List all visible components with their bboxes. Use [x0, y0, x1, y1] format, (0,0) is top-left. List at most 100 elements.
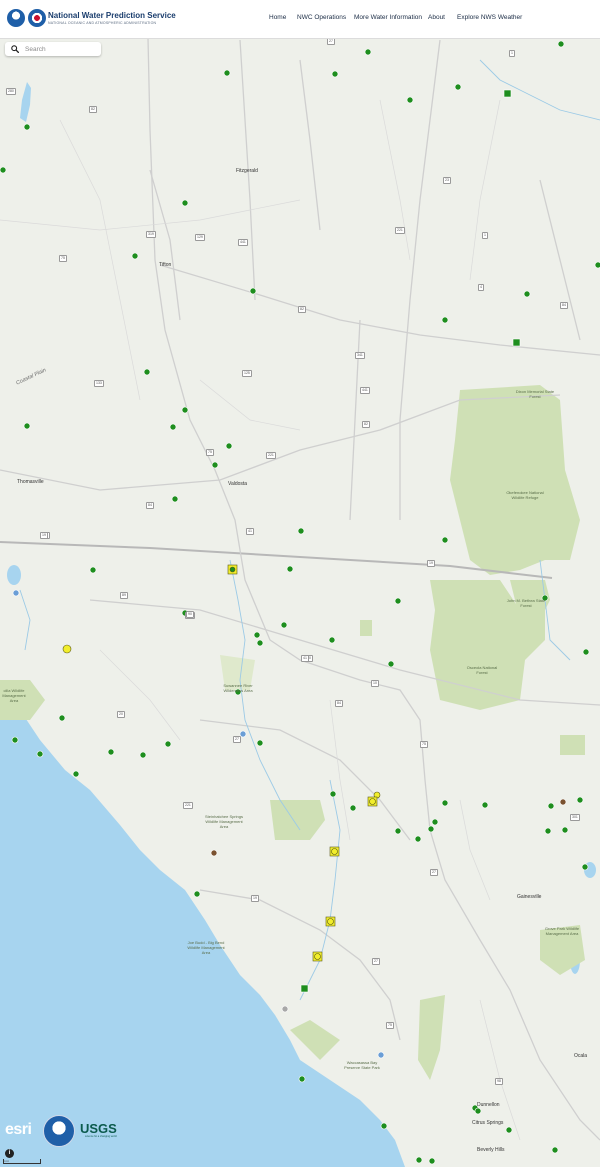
gauge-normal[interactable]: [11, 736, 19, 744]
gauge-normal[interactable]: [181, 406, 189, 414]
search-icon[interactable]: [11, 45, 19, 53]
gauge-forecast-normal[interactable]: [503, 89, 512, 98]
route-shield: 82: [362, 421, 370, 428]
park: [560, 735, 585, 755]
gauge-normal[interactable]: [131, 252, 139, 260]
gauge-forecast-normal[interactable]: [300, 984, 309, 993]
okefenokee-area: [450, 385, 580, 575]
basemap[interactable]: [0, 38, 600, 1167]
gauge-normal[interactable]: [557, 40, 565, 48]
gauge-normal[interactable]: [23, 422, 31, 430]
gauge-out-of-service[interactable]: [281, 1005, 289, 1013]
gauge-normal[interactable]: [481, 801, 489, 809]
gauge-normal[interactable]: [193, 890, 201, 898]
gauge-normal[interactable]: [541, 594, 549, 602]
gauge-normal[interactable]: [454, 83, 462, 91]
gauge-normal[interactable]: [256, 739, 264, 747]
gauge-normal[interactable]: [286, 565, 294, 573]
gauge-normal[interactable]: [280, 621, 288, 629]
route-shield: 75: [386, 1022, 394, 1029]
gauge-normal[interactable]: [0, 166, 7, 174]
nav-explore-nws-weather[interactable]: Explore NWS Weather: [457, 14, 522, 21]
noaa-logo-large[interactable]: [43, 1115, 75, 1147]
gauge-normal[interactable]: [415, 1156, 423, 1164]
map-view[interactable]: Fitzgerald Tifton Coastal Plain Thomasvi…: [0, 38, 600, 1167]
nav-more-water-information[interactable]: More Water Information: [354, 14, 422, 21]
gauge-normal[interactable]: [406, 96, 414, 104]
gauge-action[interactable]: [62, 644, 72, 654]
gauge-normal[interactable]: [253, 631, 261, 639]
gauge-normal[interactable]: [328, 636, 336, 644]
gauge-normal[interactable]: [394, 597, 402, 605]
nav-nwc-operations[interactable]: NWC Operations: [297, 14, 346, 21]
gauge-no-flood-category[interactable]: [377, 1051, 385, 1059]
park: [360, 620, 372, 636]
gauge-normal[interactable]: [561, 826, 569, 834]
gauge-normal[interactable]: [58, 714, 66, 722]
gauge-normal[interactable]: [72, 770, 80, 778]
gauge-normal[interactable]: [427, 825, 435, 833]
gauge-normal[interactable]: [36, 750, 44, 758]
gauge-normal[interactable]: [474, 1107, 482, 1115]
route-shield: 221: [183, 802, 193, 809]
gauge-normal[interactable]: [249, 287, 257, 295]
gauge-normal[interactable]: [211, 461, 219, 469]
gauge-normal[interactable]: [298, 1075, 306, 1083]
gauge-normal[interactable]: [181, 199, 189, 207]
gauge-normal[interactable]: [143, 368, 151, 376]
gauge-normal[interactable]: [349, 804, 357, 812]
route-shield: 82: [298, 306, 306, 313]
gauge-normal[interactable]: [329, 790, 337, 798]
gauge-normal[interactable]: [428, 1157, 436, 1165]
gauge-normal[interactable]: [89, 566, 97, 574]
route-shield: 41: [301, 655, 309, 662]
gauge-normal[interactable]: [523, 290, 531, 298]
route-shield: 1: [509, 50, 515, 57]
gauge-normal[interactable]: [551, 1146, 559, 1154]
route-shield: 19: [40, 532, 48, 539]
gauge-old-data[interactable]: [559, 798, 567, 806]
gauge-normal[interactable]: [544, 827, 552, 835]
gauge-normal[interactable]: [331, 70, 339, 78]
gauge-normal[interactable]: [576, 796, 584, 804]
gauge-normal[interactable]: [234, 688, 242, 696]
gauge-normal[interactable]: [297, 527, 305, 535]
gauge-normal[interactable]: [380, 1122, 388, 1130]
gauge-normal[interactable]: [431, 818, 439, 826]
gauge-normal[interactable]: [414, 835, 422, 843]
gauge-normal[interactable]: [582, 648, 590, 656]
nav-about[interactable]: About: [428, 14, 445, 21]
usgs-logo[interactable]: USGS: [80, 1121, 117, 1136]
search-box[interactable]: [5, 42, 101, 56]
search-input[interactable]: [25, 44, 97, 54]
gauge-old-data[interactable]: [210, 849, 218, 857]
gauge-normal[interactable]: [223, 69, 231, 77]
gauge-normal[interactable]: [441, 316, 449, 324]
gauge-forecast-normal[interactable]: [512, 338, 521, 347]
gauge-normal[interactable]: [387, 660, 395, 668]
esri-logo[interactable]: esri: [5, 1121, 32, 1139]
route-shield: 82: [89, 106, 97, 113]
gauge-normal[interactable]: [164, 740, 172, 748]
gauge-normal[interactable]: [169, 423, 177, 431]
app-title[interactable]: National Water Prediction Service: [48, 11, 176, 20]
gauge-normal[interactable]: [139, 751, 147, 759]
gauge-normal[interactable]: [441, 799, 449, 807]
gauge-normal[interactable]: [505, 1126, 513, 1134]
gauge-normal[interactable]: [394, 827, 402, 835]
noaa-logo-icon[interactable]: [7, 9, 25, 27]
nav-home[interactable]: Home: [269, 14, 286, 21]
info-button[interactable]: i: [5, 1149, 14, 1158]
gauge-normal[interactable]: [364, 48, 372, 56]
gauge-normal[interactable]: [594, 261, 600, 269]
nws-logo-icon[interactable]: [28, 9, 46, 27]
gauge-normal[interactable]: [581, 863, 589, 871]
gauge-normal[interactable]: [256, 639, 264, 647]
gauge-normal[interactable]: [23, 123, 31, 131]
gauge-normal[interactable]: [547, 802, 555, 810]
gauge-normal[interactable]: [225, 442, 233, 450]
gauge-normal[interactable]: [441, 536, 449, 544]
gauge-normal[interactable]: [171, 495, 179, 503]
gauge-no-flood-category[interactable]: [12, 589, 20, 597]
gauge-normal[interactable]: [107, 748, 115, 756]
